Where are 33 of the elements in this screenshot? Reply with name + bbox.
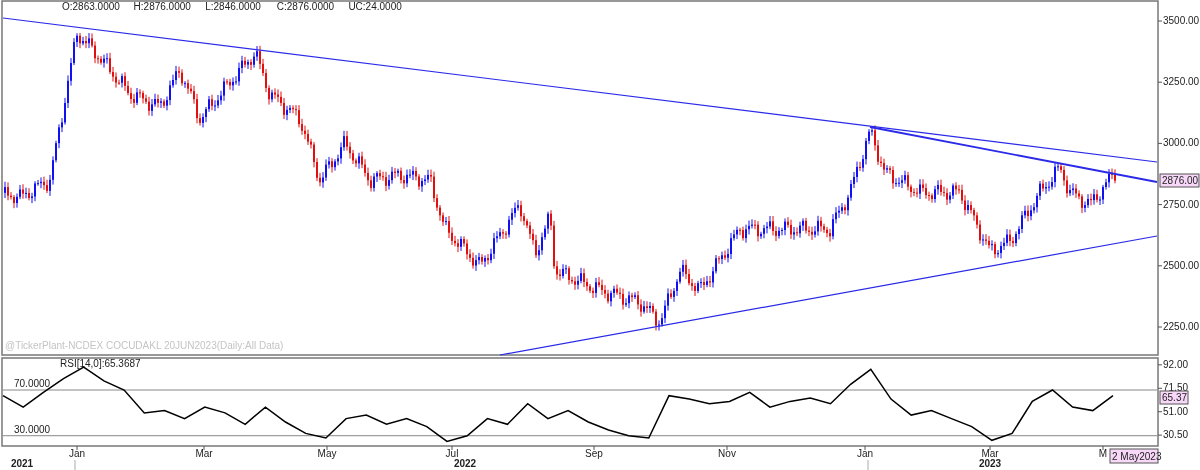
quote-value: UC:24.0000 <box>348 1 402 12</box>
price-axis-label: 2500.00 <box>1163 259 1200 271</box>
cursor-date-tag: 2 May2023 <box>1109 448 1162 464</box>
year-label: 2022 <box>453 458 477 469</box>
month-label: Nov <box>718 448 736 459</box>
price-axis-label: 3250.00 <box>1163 76 1200 88</box>
month-label: Sep <box>585 448 603 459</box>
price-axis-label: 3000.00 <box>1163 137 1200 149</box>
year-label: 2023 <box>978 458 1002 469</box>
month-label: M <box>1098 448 1108 459</box>
price-axis-label: 2750.00 <box>1163 198 1200 210</box>
year-label: 2021 <box>10 458 34 469</box>
month-label: Jan <box>68 448 86 459</box>
price-axis-label: 2250.00 <box>1163 321 1200 332</box>
quote-value: L:2846.0000 <box>205 1 261 12</box>
quote-value: C:2876.0000 <box>276 1 335 12</box>
quote-value: O:2863.0000 <box>62 1 120 12</box>
month-label: Mar <box>981 448 999 459</box>
month-label: May <box>317 448 337 459</box>
rsi-axis-label: 51.00 <box>1163 405 1189 417</box>
quote-value: H:2876.0000 <box>133 1 191 12</box>
month-label: Mar <box>195 448 213 459</box>
month-label: Jan <box>856 448 874 459</box>
last-value-tag: 65.37 <box>1159 390 1189 405</box>
rsi-axis-label: 92.00 <box>1163 358 1189 370</box>
level-label: 30.0000 <box>14 423 51 435</box>
indicator-label: RSI[14,0]:65.3687 <box>60 358 141 369</box>
last-price-tag: 2876.00 <box>1159 173 1200 188</box>
price-axis-label: 3500.00 <box>1163 15 1200 26</box>
level-label: 70.0000 <box>14 378 51 389</box>
rsi-axis-label: 30.50 <box>1163 429 1189 441</box>
month-label: Jul <box>445 448 459 459</box>
chart-caption: @TickerPlant-NCDEX COCUDAKL 20JUN2023(Daily:All Data) <box>5 340 284 351</box>
